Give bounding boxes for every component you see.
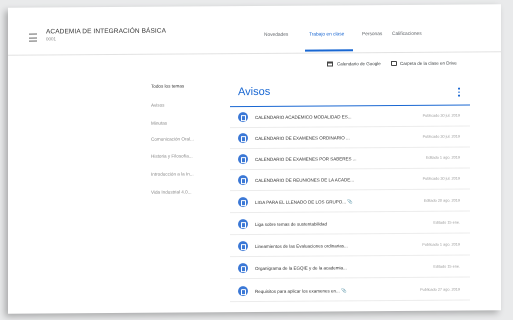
sidebar-item-vida-industrial[interactable]: Vida Industrial 4.0... (151, 189, 192, 194)
tab-trabajo-en-clase[interactable]: Trabajo en clase (309, 32, 344, 37)
sidebar-item-all-topics[interactable]: Todos los temas (151, 83, 184, 88)
sidebar-item-introduccion[interactable]: Introducción a la In... (151, 171, 194, 176)
assignment-icon (238, 154, 248, 165)
sidebar-item-historia[interactable]: Historia y Filosofía... (151, 153, 193, 158)
post-date: Editado 20 ago. 2019 (423, 198, 460, 203)
post-date: Editado 1 ago. 2019 (426, 155, 460, 160)
folder-icon (391, 61, 397, 67)
assignment-icon (238, 197, 248, 208)
course-subtitle: 0001 (46, 36, 57, 42)
post-title[interactable]: Lineamientos de las Evaluaciones ordinar… (255, 243, 348, 249)
assignment-icon (238, 219, 248, 230)
tab-calificaciones[interactable]: Calificaciones (392, 32, 422, 37)
more-options-icon[interactable] (458, 87, 460, 97)
sidebar-item-avisos[interactable]: Avisos (151, 103, 164, 108)
post-date: Publicado 1 ago. 2019 (422, 242, 460, 247)
section-title: Avisos (238, 85, 271, 99)
assignment-icon (238, 175, 248, 186)
quiz-icon (238, 263, 248, 274)
course-title[interactable]: ACADEMIA DE INTEGRACIÓN BÁSICA (46, 28, 166, 36)
post-title[interactable]: CALENDARIO DE EXAMENES ORDINARIO ... (255, 135, 350, 141)
classroom-window: ACADEMIA DE INTEGRACIÓN BÁSICA 0001 Nove… (8, 4, 501, 314)
post-title[interactable]: CALENDARIO ACADEMICO MODALIDAD ES... (255, 114, 352, 120)
hamburger-menu-icon[interactable] (29, 33, 37, 42)
post-title[interactable]: CALENDARIO DE REUNIONES DE LA ACADE... (255, 177, 354, 183)
quiz-icon (238, 286, 248, 297)
post-row[interactable]: Liga sobre temas de sustentabilidad Edit… (230, 213, 470, 236)
post-date: Editado 15 ene. (433, 264, 460, 269)
post-title[interactable]: Requisitos para aplicar los examenes en.… (255, 288, 347, 295)
post-date: Publicado 27 ago. 2019 (420, 287, 460, 292)
assignment-icon (238, 133, 248, 144)
assignment-icon (238, 112, 248, 123)
tab-personas[interactable]: Personas (362, 32, 382, 37)
tab-novedades[interactable]: Novedades (264, 33, 288, 38)
post-row[interactable]: CALENDARIO DE EXAMENES POR SABERES ... E… (230, 148, 470, 171)
post-title[interactable]: Liga sobre temas de sustentabilidad (255, 221, 327, 227)
assignment-icon (238, 241, 248, 252)
class-resources: Calendario de Google Carpeta de la clase… (8, 59, 501, 72)
post-row[interactable]: CALENDARIO ACADEMICO MODALIDAD ES... Pub… (230, 106, 470, 129)
post-row[interactable]: CALENDARIO DE REUNIONES DE LA ACADE... P… (230, 169, 470, 192)
post-row[interactable]: Organigrama de la EGQIE y de la academia… (230, 257, 470, 280)
post-date: Publicado 30 jul. 2019 (422, 176, 460, 181)
post-date: Editado 15 ene. (433, 220, 460, 225)
post-date: Publicado 30 jul. 2019 (422, 134, 460, 139)
google-calendar-link[interactable]: Calendario de Google (337, 61, 381, 66)
calendar-icon (327, 61, 333, 67)
sidebar-item-minutas[interactable]: Minutas (151, 121, 167, 126)
post-title[interactable]: Organigrama de la EGQIE y de la academia… (255, 265, 347, 271)
top-bar: ACADEMIA DE INTEGRACIÓN BÁSICA 0001 Nove… (8, 4, 501, 56)
post-row[interactable]: CALENDARIO DE EXAMENES ORDINARIO ... Pub… (230, 127, 470, 150)
active-tab-indicator (305, 49, 353, 52)
post-row[interactable]: Requisitos para aplicar los examenes en.… (230, 280, 470, 303)
sidebar-item-comunicacion-oral[interactable]: Comunicación Oral... (151, 136, 194, 141)
post-row[interactable]: LIGA PARA EL LLENADO DE LOS GRUPO... 📎 E… (230, 191, 470, 214)
drive-folder-link[interactable]: Carpeta de la clase en Drive (400, 61, 457, 66)
post-title[interactable]: CALENDARIO DE EXAMENES POR SABERES ... (255, 156, 357, 162)
post-row[interactable]: Lineamientos de las Evaluaciones ordinar… (230, 235, 470, 258)
post-date: Publicado 30 jul. 2019 (422, 113, 460, 118)
post-title[interactable]: LIGA PARA EL LLENADO DE LOS GRUPO... 📎 (255, 199, 353, 206)
